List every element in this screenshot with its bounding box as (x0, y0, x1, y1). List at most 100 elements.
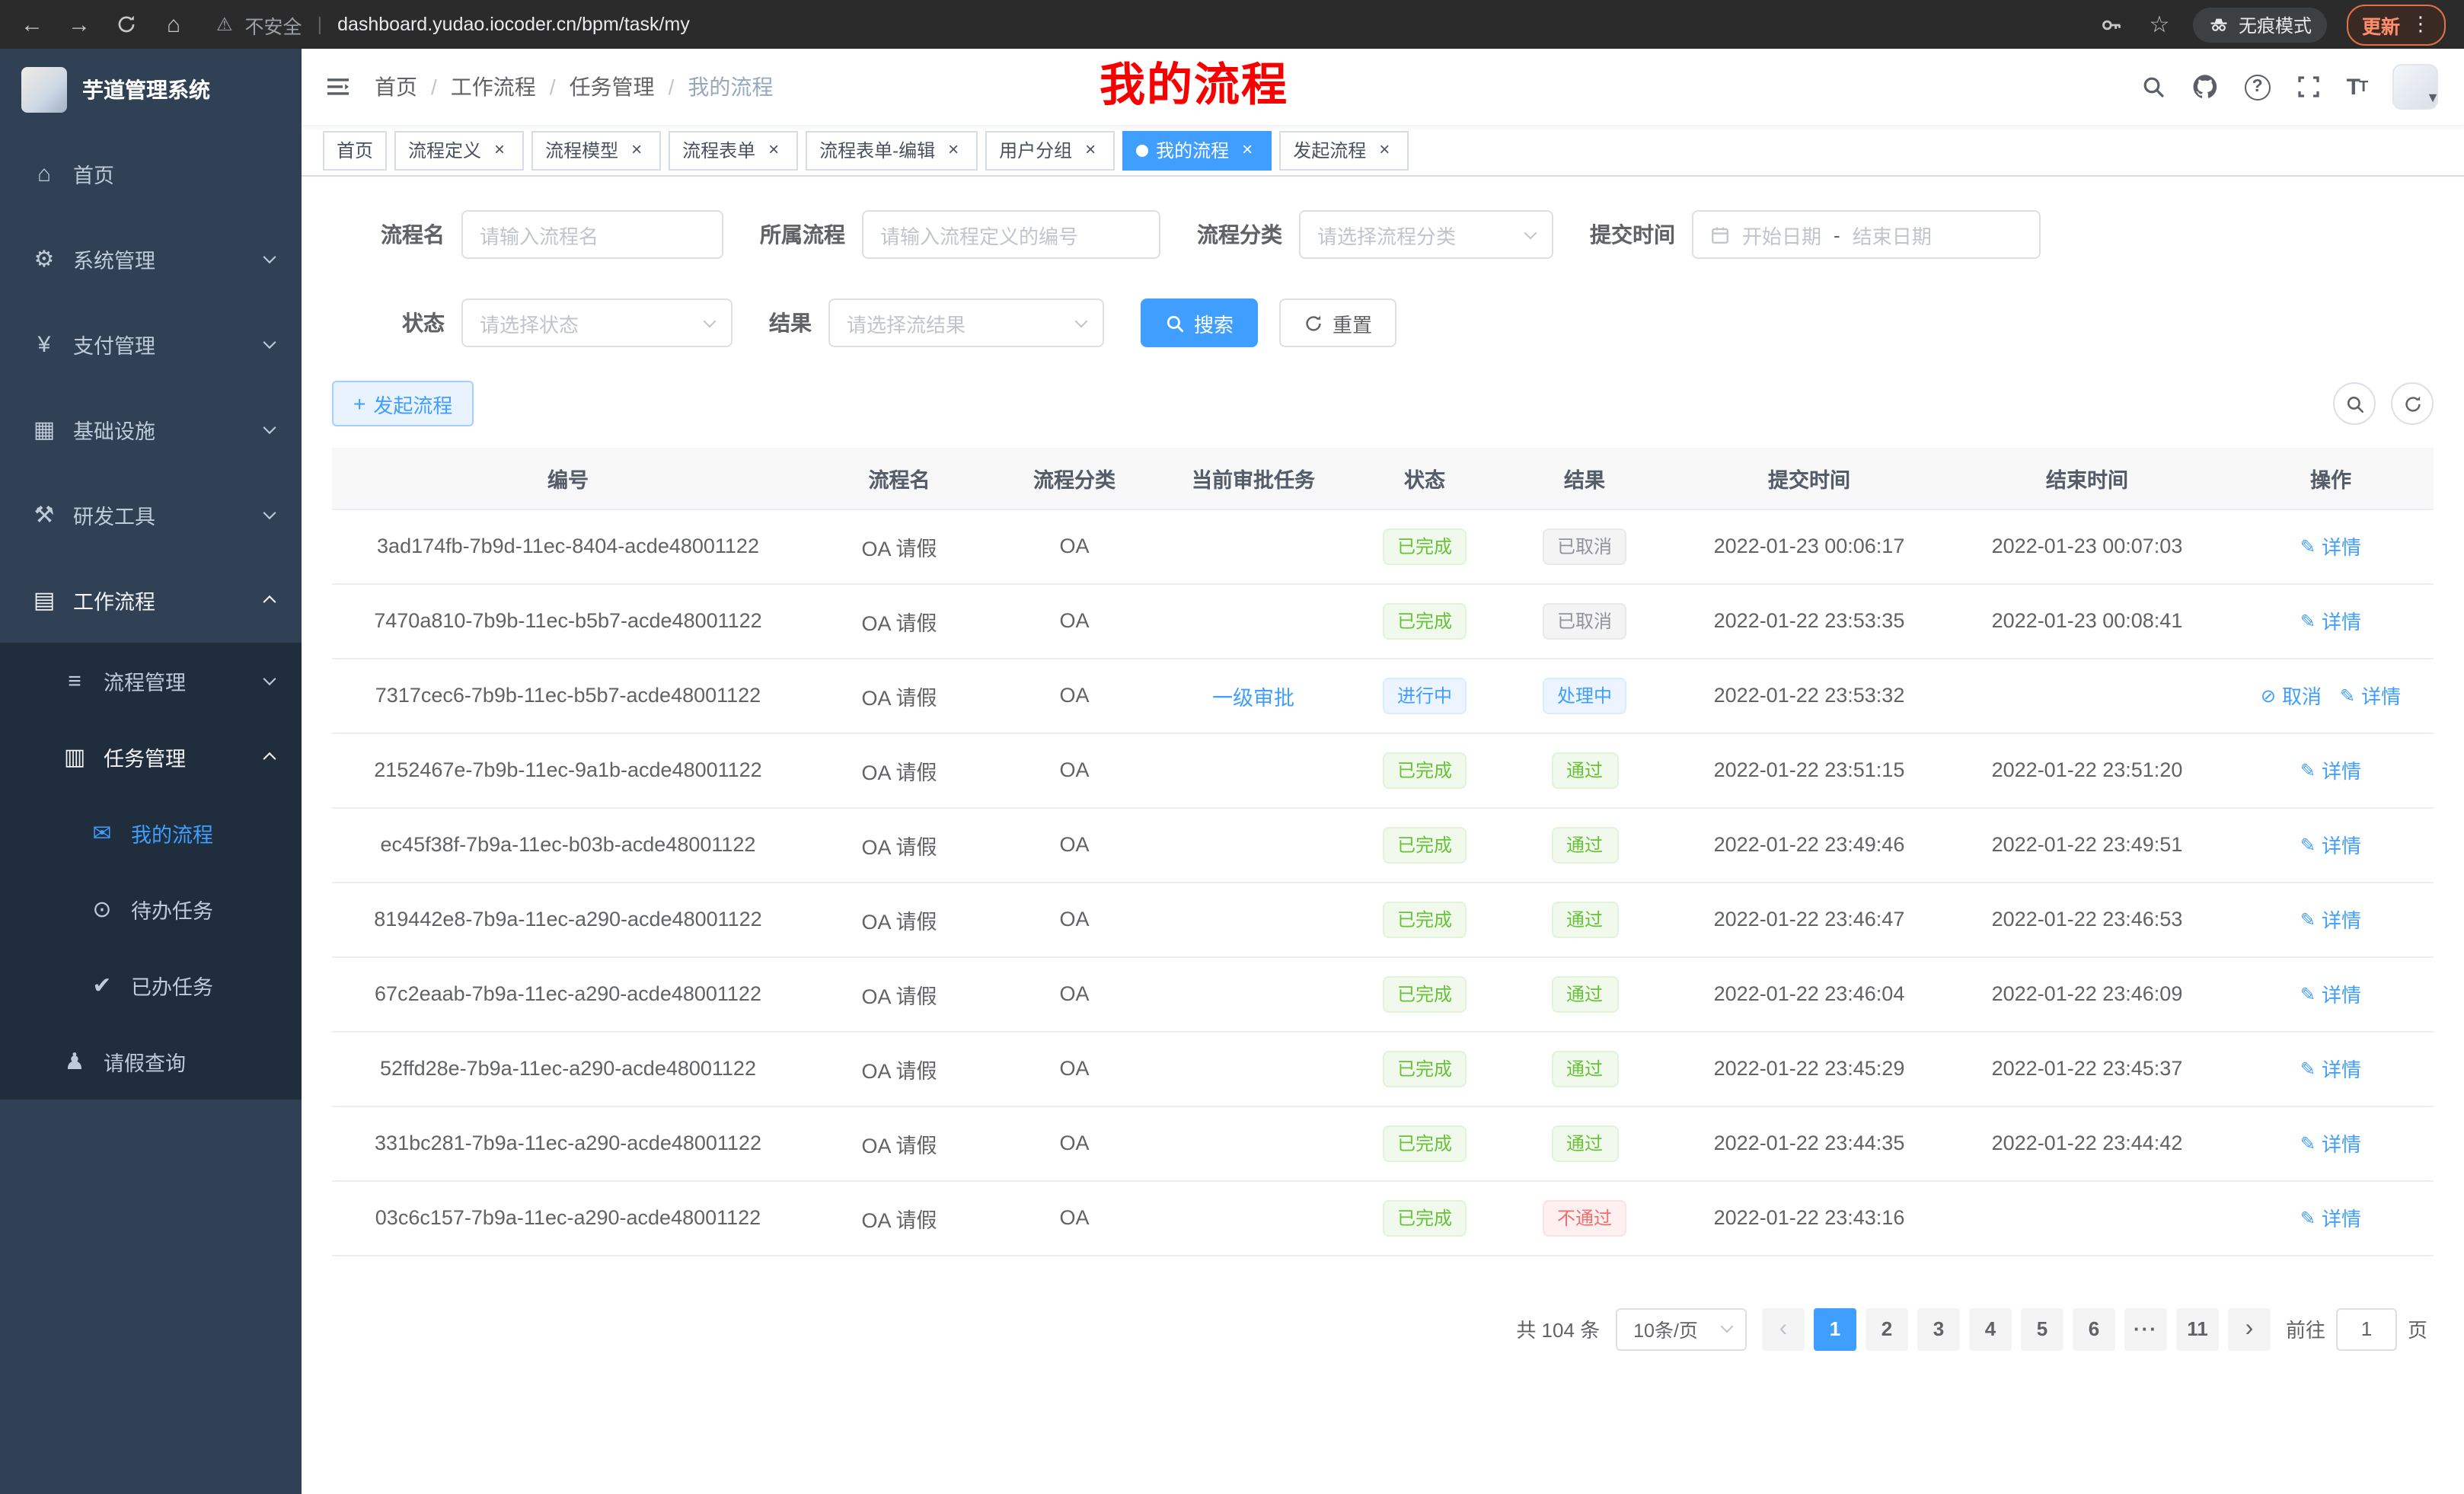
tools-icon: ⚒ (30, 501, 58, 528)
action-label: 详情 (2322, 755, 2361, 784)
breadcrumb-item[interactable]: 工作流程 (451, 72, 536, 102)
tab-close-icon[interactable]: × (1237, 139, 1258, 161)
tab-close-icon[interactable]: × (626, 139, 647, 161)
tab-item[interactable]: 我的流程× (1122, 130, 1272, 170)
tab-item[interactable]: 首页 (323, 130, 387, 170)
sidebar-item[interactable]: ⌂首页 (0, 131, 302, 216)
home-icon[interactable]: ⌂ (160, 13, 187, 36)
process-key-input[interactable]: 请输入流程定义的编号 (862, 210, 1160, 259)
result-tag: 不通过 (1543, 1199, 1626, 1236)
detail-action-link[interactable]: ✎详情 (2340, 681, 2401, 710)
sidebar-item[interactable]: ✉我的流程 (0, 795, 302, 871)
detail-action-link[interactable]: ✎详情 (2300, 532, 2361, 560)
show-search-button[interactable] (2333, 382, 2376, 425)
date-range-picker[interactable]: 开始日期 - 结束日期 (1692, 210, 2041, 259)
tab-close-icon[interactable]: × (1080, 139, 1101, 161)
page-size-select[interactable]: 10条/页 (1615, 1307, 1747, 1350)
tab-close-icon[interactable]: × (489, 139, 510, 161)
cancel-action-link[interactable]: ⊘取消 (2261, 681, 2322, 710)
prev-page-button[interactable]: ‹ (1762, 1307, 1805, 1350)
menu-dots-icon: ⋮ (2411, 12, 2430, 37)
sidebar-item[interactable]: ¥支付管理 (0, 302, 302, 387)
cell-end-time: 2022-01-22 23:44:42 (1946, 1106, 2228, 1180)
sidebar-item[interactable]: ♟请假查询 (0, 1023, 302, 1100)
sidebar-item[interactable]: ▥任务管理 (0, 719, 302, 795)
sidebar-item[interactable]: ✔已办任务 (0, 947, 302, 1023)
next-page-button[interactable]: › (2228, 1307, 2271, 1350)
tab-close-icon[interactable]: × (763, 139, 784, 161)
cell-current-task (1154, 882, 1352, 956)
tab-item[interactable]: 流程表单× (669, 130, 798, 170)
tab-close-icon[interactable]: × (943, 139, 964, 161)
address-bar[interactable]: ⚠ 不安全 | dashboard.yudao.iocoder.cn/bpm/t… (216, 10, 2079, 39)
bookmark-star-icon[interactable]: ☆ (2146, 13, 2173, 36)
page-button[interactable]: 4 (1969, 1307, 2012, 1350)
status-select[interactable]: 请选择状态 (461, 298, 732, 347)
sidebar-item[interactable]: ⊙待办任务 (0, 871, 302, 947)
tab-item[interactable]: 用户分组× (985, 130, 1115, 170)
detail-action-link[interactable]: ✎详情 (2300, 1203, 2361, 1232)
search-button[interactable]: 搜索 (1141, 298, 1258, 347)
sidebar-toggle-icon[interactable] (326, 75, 350, 99)
page-button[interactable]: 5 (2021, 1307, 2063, 1350)
page-button[interactable]: 3 (1917, 1307, 1960, 1350)
sidebar-item[interactable]: ≡流程管理 (0, 643, 302, 719)
page-button[interactable]: 11 (2176, 1307, 2219, 1350)
detail-action-link[interactable]: ✎详情 (2300, 606, 2361, 635)
tab-item[interactable]: 流程表单-编辑 × (806, 130, 978, 170)
current-task-link[interactable]: 一级审批 (1212, 686, 1294, 709)
briefcase-icon: ▤ (30, 586, 58, 614)
help-icon[interactable]: ? (2245, 74, 2271, 100)
detail-action-link[interactable]: ✎详情 (2300, 905, 2361, 934)
result-tag: 已取消 (1543, 528, 1626, 564)
sidebar-item[interactable]: ⚒研发工具 (0, 472, 302, 557)
breadcrumb-item[interactable]: 任务管理 (570, 72, 655, 102)
tab-close-icon[interactable]: × (1374, 139, 1395, 161)
category-select[interactable]: 请选择流程分类 (1299, 210, 1553, 259)
more-pages-button[interactable]: ··· (2124, 1307, 2167, 1350)
reset-button[interactable]: 重置 (1279, 298, 1396, 347)
detail-action-link[interactable]: ✎详情 (2300, 830, 2361, 859)
search-icon (1165, 313, 1185, 333)
tab-label: 流程表单-编辑 (819, 137, 935, 163)
browser-toolbar: ← → ⌂ ⚠ 不安全 | dashboard.yudao.iocoder.cn… (0, 0, 2464, 49)
font-size-icon[interactable]: TT (2347, 74, 2367, 100)
goto-page-input[interactable]: 1 (2336, 1307, 2397, 1350)
detail-action-link[interactable]: ✎详情 (2300, 755, 2361, 784)
omnibox-separator: | (318, 14, 323, 35)
sidebar-item[interactable]: ▤工作流程 (0, 557, 302, 643)
update-button[interactable]: 更新 ⋮ (2347, 4, 2446, 45)
table-row: 52ffd28e-7b9a-11ec-a290-acde48001122OA 请… (332, 1031, 2434, 1106)
sidebar-item[interactable]: ⚙系统管理 (0, 216, 302, 302)
cell-id: 819442e8-7b9a-11ec-a290-acde48001122 (332, 882, 804, 956)
reload-icon[interactable] (113, 14, 140, 35)
search-icon[interactable] (2141, 75, 2166, 99)
fullscreen-icon[interactable] (2296, 75, 2321, 99)
tab-item[interactable]: 流程模型× (531, 130, 661, 170)
refresh-table-button[interactable] (2391, 382, 2434, 425)
detail-action-link[interactable]: ✎详情 (2300, 1054, 2361, 1083)
forward-icon[interactable]: → (65, 13, 93, 36)
back-icon[interactable]: ← (18, 13, 46, 36)
create-process-button[interactable]: + 发起流程 (332, 381, 474, 426)
cell-current-task (1154, 733, 1352, 807)
column-header: 结束时间 (1946, 448, 2228, 509)
detail-action-link[interactable]: ✎详情 (2300, 1128, 2361, 1157)
cell-actions: ✎详情 (2228, 509, 2434, 583)
avatar[interactable]: ▼ (2392, 64, 2440, 110)
page-button[interactable]: 6 (2073, 1307, 2115, 1350)
incognito-badge[interactable]: 无痕模式 (2193, 7, 2327, 42)
page-button[interactable]: 2 (1866, 1307, 1908, 1350)
process-name-input[interactable]: 请输入流程名 (461, 210, 723, 259)
tab-item[interactable]: 发起流程× (1279, 130, 1409, 170)
app-logo[interactable]: 芋道管理系统 (0, 49, 302, 131)
github-icon[interactable] (2191, 73, 2219, 101)
breadcrumb-item[interactable]: 首页 (375, 72, 417, 102)
page-button[interactable]: 1 (1814, 1307, 1856, 1350)
key-icon[interactable] (2099, 13, 2126, 36)
tab-item[interactable]: 流程定义× (394, 130, 524, 170)
cell-actions: ✎详情 (2228, 1106, 2434, 1180)
sidebar-item[interactable]: ▦基础设施 (0, 387, 302, 472)
result-select[interactable]: 请选择流结果 (828, 298, 1104, 347)
detail-action-link[interactable]: ✎详情 (2300, 979, 2361, 1008)
